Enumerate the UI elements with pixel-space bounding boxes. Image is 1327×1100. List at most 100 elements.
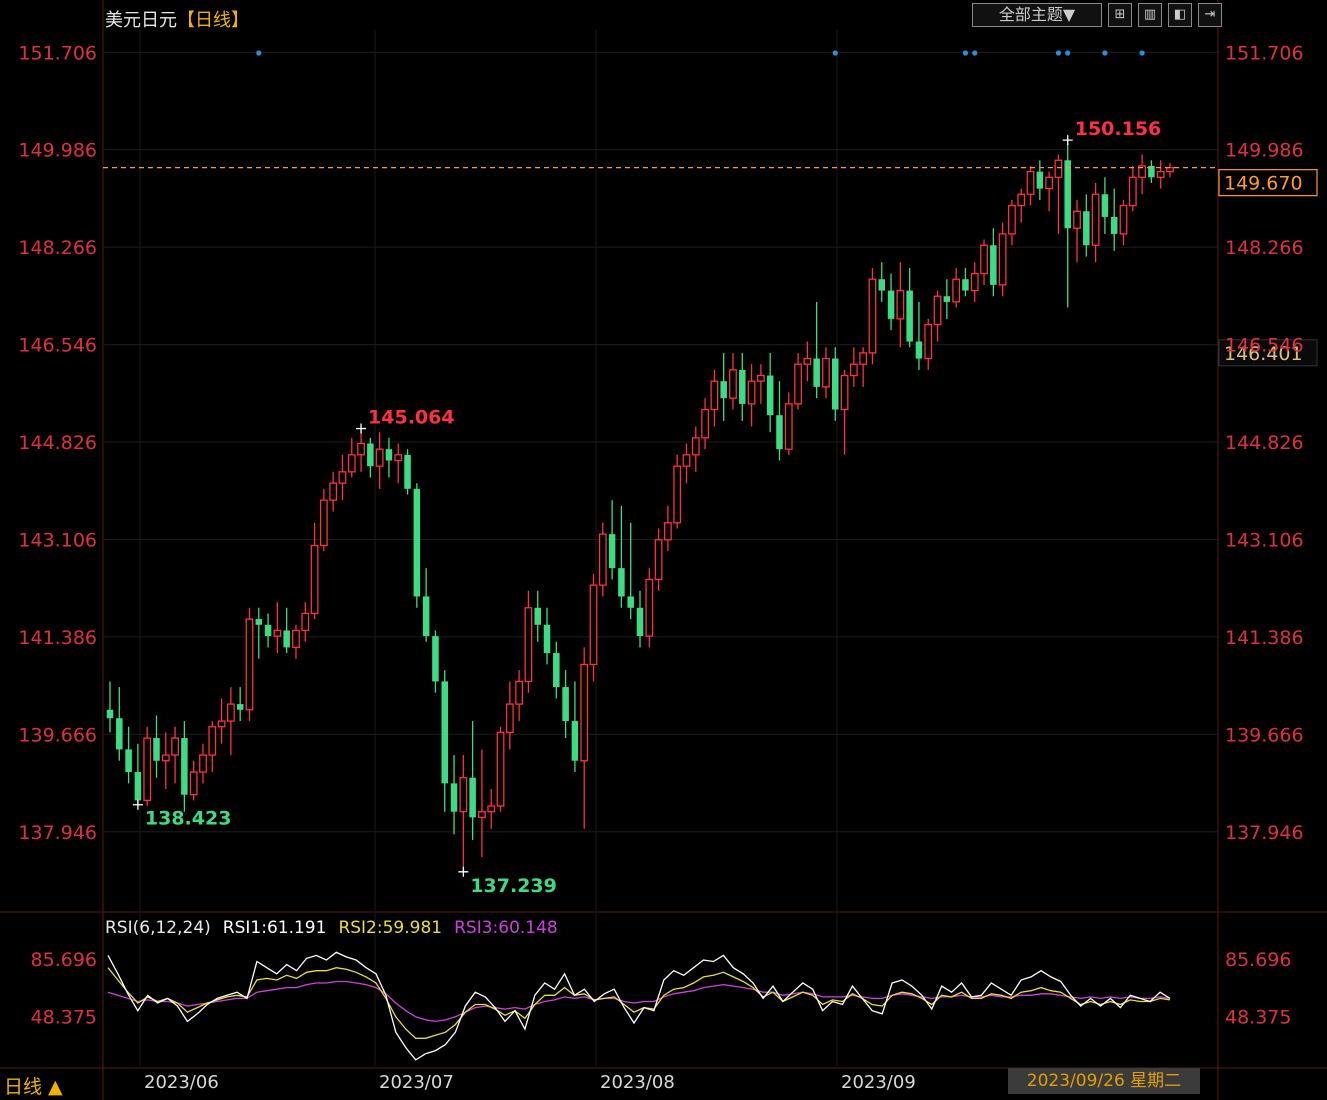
signal-marker-dot bbox=[256, 50, 262, 56]
candle bbox=[478, 749, 486, 858]
candle-body-up bbox=[980, 244, 988, 275]
candle bbox=[962, 267, 969, 297]
annotation-label-low: 137.239 bbox=[470, 875, 557, 897]
signal-marker-dot bbox=[1065, 50, 1071, 56]
candle-body-up bbox=[952, 278, 961, 303]
candle bbox=[1148, 160, 1155, 183]
candle bbox=[1128, 165, 1137, 212]
candle-body-up bbox=[896, 289, 905, 320]
candle bbox=[385, 437, 393, 478]
candle-body-up bbox=[747, 380, 756, 405]
candle-body-down bbox=[236, 704, 244, 710]
candle bbox=[663, 505, 672, 552]
signal-marker-dot bbox=[972, 50, 978, 56]
candle-body-up bbox=[1026, 170, 1035, 195]
candle bbox=[292, 624, 300, 659]
end-icon[interactable]: ⇥ bbox=[1198, 3, 1222, 27]
candle bbox=[255, 607, 263, 659]
candle-body-up bbox=[478, 811, 486, 819]
step-icon[interactable]: ◧ bbox=[1168, 3, 1192, 27]
left-price-tick: 149.986 bbox=[18, 140, 97, 162]
candle bbox=[505, 681, 514, 750]
candle-body-up bbox=[682, 454, 691, 467]
candle-body-down bbox=[1110, 216, 1118, 234]
candle bbox=[990, 228, 997, 297]
candle-body-down bbox=[878, 279, 886, 291]
candle bbox=[394, 443, 403, 484]
candlestick-series bbox=[106, 140, 1174, 872]
candle-body-down bbox=[106, 709, 114, 719]
candle-body-up bbox=[319, 499, 328, 547]
candle-body-up bbox=[459, 777, 468, 813]
candle-body-down bbox=[255, 619, 263, 625]
candle-body-up bbox=[645, 578, 654, 637]
candle bbox=[756, 364, 765, 404]
candle-body-up bbox=[1091, 193, 1100, 246]
candle bbox=[347, 437, 356, 478]
candle-body-down bbox=[915, 341, 923, 359]
candle bbox=[367, 437, 374, 478]
candle bbox=[645, 568, 654, 648]
candle-body-up bbox=[924, 323, 933, 360]
candle-body-down bbox=[441, 681, 448, 784]
candle bbox=[832, 347, 839, 421]
last-price-label: 149.670 bbox=[1224, 173, 1303, 195]
candle bbox=[329, 471, 338, 512]
candle bbox=[803, 341, 812, 382]
candle-body-up bbox=[1017, 193, 1026, 207]
signal-marker-dot bbox=[1055, 50, 1062, 56]
rsi-panel: 85.696 85.696 48.375 48.375 bbox=[31, 949, 1291, 1061]
candle-body-down bbox=[739, 369, 746, 404]
candle-body-up bbox=[1128, 176, 1137, 207]
right-price-tick: 149.986 bbox=[1225, 140, 1304, 162]
candle bbox=[701, 398, 709, 450]
candle-body-down bbox=[766, 375, 774, 416]
period-switch-button[interactable]: 日线 ▲ bbox=[4, 1072, 63, 1099]
candle-body-up bbox=[199, 754, 207, 773]
right-price-tick: 141.386 bbox=[1225, 627, 1304, 649]
candle bbox=[1166, 163, 1174, 178]
rsi-right-tick: 48.375 bbox=[1225, 1006, 1291, 1028]
candle bbox=[357, 428, 365, 472]
candle-body-up bbox=[701, 408, 709, 439]
candle bbox=[878, 262, 886, 302]
grid-icon[interactable]: ⊞ bbox=[1108, 3, 1132, 27]
annotation-cross bbox=[1062, 135, 1073, 146]
candle bbox=[459, 755, 468, 872]
candle-body-up bbox=[1008, 204, 1016, 235]
candle-body-up bbox=[245, 618, 254, 711]
candle-body-down bbox=[562, 687, 569, 722]
right-price-tick: 144.826 bbox=[1225, 432, 1304, 454]
candle bbox=[896, 262, 905, 348]
candle-body-down bbox=[1064, 160, 1071, 229]
candle-body-up bbox=[487, 805, 496, 813]
rsi-right-tick: 85.696 bbox=[1225, 949, 1291, 971]
left-price-tick: 146.546 bbox=[18, 335, 97, 357]
rsi3-value: RSI3:60.148 bbox=[454, 918, 558, 938]
candle bbox=[887, 273, 895, 331]
candle-body-up bbox=[273, 629, 282, 637]
panel-icon[interactable]: ▥ bbox=[1138, 3, 1162, 27]
candle-body-down bbox=[906, 290, 913, 342]
candle-body-up bbox=[794, 363, 802, 405]
candle-body-up bbox=[840, 374, 849, 411]
candle bbox=[580, 647, 589, 829]
candle bbox=[515, 670, 524, 722]
candle-body-down bbox=[264, 624, 272, 637]
rsi2-value: RSI2:59.981 bbox=[338, 918, 443, 938]
candle bbox=[924, 318, 933, 370]
candle bbox=[1138, 154, 1147, 195]
candle bbox=[868, 267, 877, 365]
left-price-tick: 143.106 bbox=[18, 529, 97, 551]
candle-body-down bbox=[720, 381, 727, 399]
candle-body-down bbox=[534, 607, 541, 625]
theme-dropdown-button[interactable]: 全部主题▼ bbox=[972, 3, 1102, 27]
candle bbox=[906, 267, 913, 348]
candle-body-down bbox=[469, 777, 476, 818]
candle bbox=[739, 352, 746, 421]
candle bbox=[217, 698, 226, 744]
candle-body-up bbox=[357, 442, 365, 456]
annotation-cross bbox=[356, 423, 367, 434]
candle-body-up bbox=[729, 369, 737, 399]
candle-body-up bbox=[784, 403, 793, 450]
